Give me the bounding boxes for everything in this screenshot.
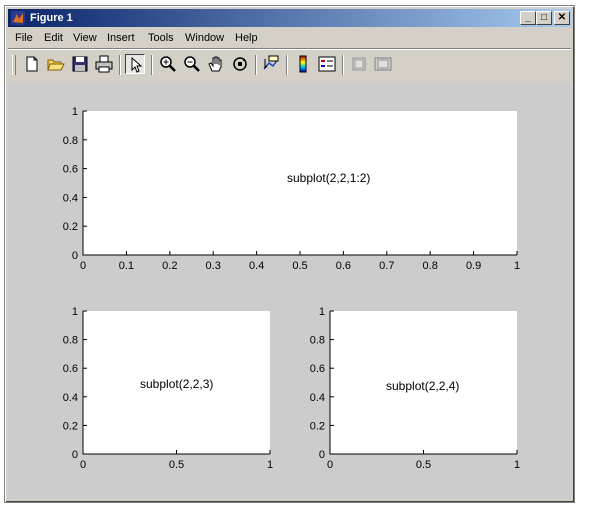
- window-title: Figure 1: [30, 12, 73, 24]
- y-tick-label: 0: [72, 449, 78, 461]
- y-tick-label: 0.2: [310, 420, 325, 432]
- menu-tools[interactable]: Tools: [148, 32, 174, 44]
- axes-bottom-right[interactable]: 0 0.5 1 0 0.2 0.4 0.6 0.8 1 subplot(2,2,4): [310, 306, 520, 471]
- toolbar-grip[interactable]: [12, 55, 16, 75]
- select-arrow-icon[interactable]: [125, 54, 145, 74]
- y-tick-label: 0.2: [63, 420, 78, 432]
- show-plot-tools-icon[interactable]: [373, 54, 393, 74]
- x-tick-label: 1: [267, 459, 273, 471]
- figure-plots: 0 0.1 0.2 0.3 0.4 0.5 0.6 0.7 0.8 0.9 100.20.40.60…: [63, 106, 520, 471]
- x-tick-label: 0.6: [336, 260, 351, 272]
- x-tick-label: 0.2: [162, 260, 177, 272]
- minimize-button[interactable]: _: [520, 11, 536, 25]
- x-tick-label: 1: [514, 260, 520, 272]
- axes-bottom-right-label: subplot(2,2,4): [386, 379, 459, 393]
- y-tick-label: 1: [319, 306, 325, 318]
- open-folder-icon[interactable]: [46, 54, 66, 74]
- x-tick-label: 0.1: [119, 260, 134, 272]
- y-tick-label: 0.6: [310, 363, 325, 375]
- y-tick-label: 0.4: [63, 392, 78, 404]
- toolbar-separator: [342, 55, 344, 75]
- x-tick-label: 0: [327, 459, 333, 471]
- x-tick-label: 0.8: [423, 260, 438, 272]
- x-tick-label: 0.4: [249, 260, 264, 272]
- menu-window[interactable]: Window: [185, 32, 224, 44]
- colorbar-icon[interactable]: [293, 54, 313, 74]
- menu-edit[interactable]: Edit: [44, 32, 63, 44]
- y-tick-label: 0.8: [310, 335, 325, 347]
- y-tick-label: 0: [319, 449, 325, 461]
- maximize-button[interactable]: □: [536, 11, 552, 25]
- figure-window: Figure 1 _ □ ✕ File Edit View Insert Too…: [4, 5, 575, 503]
- y-tick-label: 1: [72, 106, 78, 118]
- toolbar-separator: [255, 55, 257, 75]
- title-bar[interactable]: Figure 1 _ □ ✕: [8, 9, 571, 27]
- menu-bar: File Edit View Insert Tools Window Help: [8, 29, 571, 47]
- x-tick-label: 0: [80, 459, 86, 471]
- zoom-out-icon[interactable]: [182, 54, 202, 74]
- toolbar-separator: [119, 55, 121, 75]
- x-tick-label: 0.7: [379, 260, 394, 272]
- matlab-logo-icon: [11, 11, 25, 25]
- x-tick-label: 0.9: [466, 260, 481, 272]
- y-tick-label: 0.4: [310, 392, 325, 404]
- y-tick-label: 0.4: [63, 192, 78, 204]
- y-tick-label: 0.2: [63, 221, 78, 233]
- save-icon[interactable]: [70, 54, 90, 74]
- close-button[interactable]: ✕: [554, 11, 570, 25]
- figure-canvas[interactable]: 0 0.1 0.2 0.3 0.4 0.5 0.6 0.7 0.8 0.9 1 0 0.2 0.4 0.6 0…: [8, 83, 571, 499]
- menu-file[interactable]: File: [15, 32, 33, 44]
- menu-insert[interactable]: Insert: [107, 32, 135, 44]
- pan-hand-icon[interactable]: [206, 54, 226, 74]
- x-tick-label: 0.3: [206, 260, 221, 272]
- axes-bottom-left-label: subplot(2,2,3): [140, 377, 213, 391]
- data-cursor-icon[interactable]: [261, 54, 281, 74]
- toolbar: [8, 51, 571, 79]
- y-tick-label: 0: [72, 250, 78, 262]
- y-tick-label: 0.8: [63, 335, 78, 347]
- rotate-3d-icon[interactable]: [230, 54, 250, 74]
- x-tick-label: 0.5: [416, 459, 431, 471]
- menu-view[interactable]: View: [73, 32, 97, 44]
- axes-bottom-left[interactable]: 0 0.5 1 0 0.2 0.4 0.6 0.8 1 subplot(2,2,3): [63, 306, 273, 471]
- new-file-icon[interactable]: [22, 54, 42, 74]
- print-icon[interactable]: [94, 54, 114, 74]
- menu-separator: [8, 48, 571, 50]
- y-tick-label: 0.6: [63, 164, 78, 176]
- hide-plot-tools-icon[interactable]: [349, 54, 369, 74]
- y-tick-label: 0.6: [63, 363, 78, 375]
- y-tick-label: 0.8: [63, 135, 78, 147]
- toolbar-separator: [286, 55, 288, 75]
- legend-icon[interactable]: [317, 54, 337, 74]
- toolbar-separator: [151, 55, 153, 75]
- y-tick-label: 1: [72, 306, 78, 318]
- x-tick-label: 0: [80, 260, 86, 272]
- x-tick-label: 1: [514, 459, 520, 471]
- zoom-in-icon[interactable]: [158, 54, 178, 74]
- x-tick-label: 0.5: [169, 459, 184, 471]
- axes-top[interactable]: 0 0.1 0.2 0.3 0.4 0.5 0.6 0.7 0.8 0.9 1 0 0.2 0.4 0.6 0…: [63, 106, 520, 272]
- x-tick-label: 0.5: [292, 260, 307, 272]
- axes-top-label: subplot(2,2,1:2): [287, 171, 370, 185]
- menu-help[interactable]: Help: [235, 32, 258, 44]
